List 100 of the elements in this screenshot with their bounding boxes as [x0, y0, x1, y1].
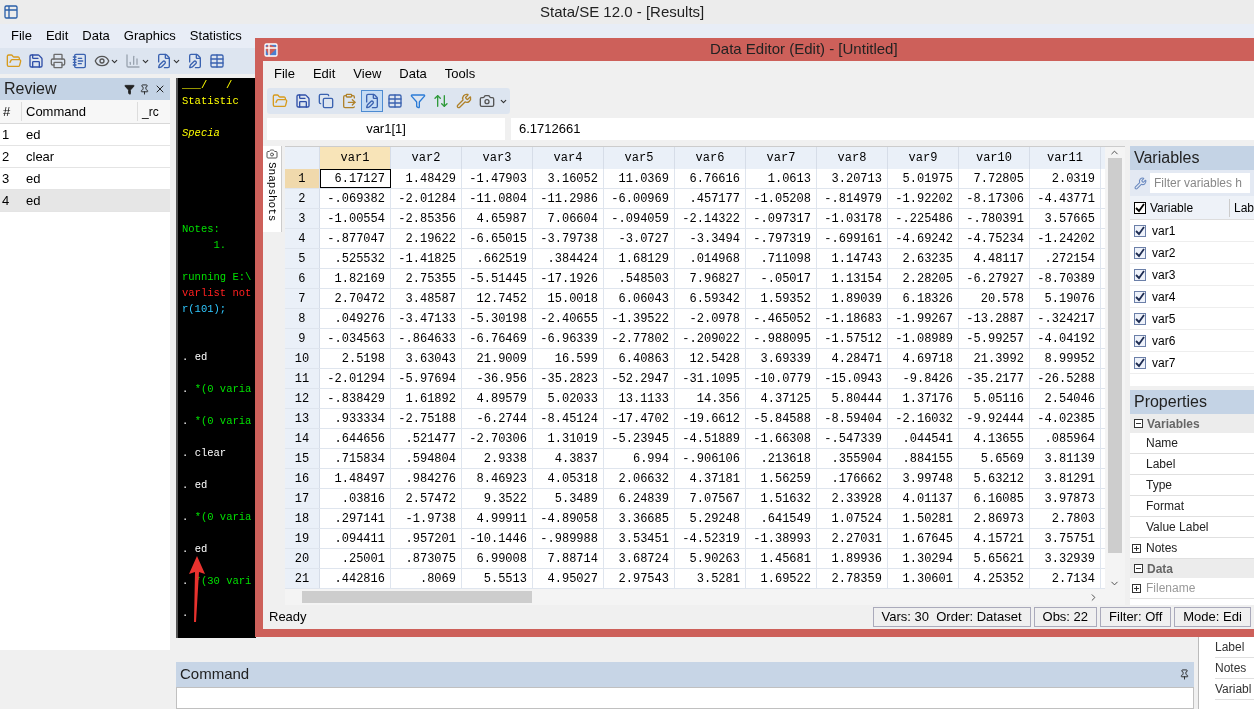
data-cell[interactable]: -2.01284: [390, 189, 462, 208]
row-header[interactable]: 19: [284, 529, 320, 548]
data-cell[interactable]: -8.17306: [958, 189, 1030, 208]
data-cell[interactable]: 4.05318: [532, 469, 604, 488]
data-cell[interactable]: 3.53451: [603, 529, 675, 548]
data-cell[interactable]: 4.69718: [887, 349, 959, 368]
data-cell[interactable]: 4.95027: [532, 569, 604, 588]
data-cell[interactable]: -6.27927: [958, 269, 1030, 288]
data-cell[interactable]: -11.0804: [461, 189, 533, 208]
data-cell[interactable]: .873075: [390, 549, 462, 568]
menu-item[interactable]: Data: [79, 26, 113, 46]
data-cell[interactable]: 4.65987: [461, 209, 533, 228]
data-cell[interactable]: -3.0727: [603, 229, 675, 248]
data-cell[interactable]: 6.994: [603, 449, 675, 468]
data-cell[interactable]: 2.70472: [319, 289, 391, 308]
row-header[interactable]: 9: [284, 329, 320, 348]
collapse-icon[interactable]: [1133, 564, 1143, 573]
data-cell[interactable]: -2.70306: [461, 429, 533, 448]
data-cell[interactable]: 3.69339: [745, 349, 817, 368]
data-cell[interactable]: -1.18683: [816, 309, 888, 328]
data-cell[interactable]: 16.599: [532, 349, 604, 368]
data-cell[interactable]: 7.96827: [674, 269, 746, 288]
data-cell[interactable]: -52.2947: [603, 369, 675, 388]
data-cell[interactable]: 6.24839: [603, 489, 675, 508]
data-cell[interactable]: .272154: [1029, 249, 1101, 268]
data-cell[interactable]: -1.41825: [390, 249, 462, 268]
data-cell[interactable]: 15.0018: [532, 289, 604, 308]
data-cell[interactable]: .384424: [532, 249, 604, 268]
data-cell[interactable]: -1.03178: [816, 209, 888, 228]
data-cell[interactable]: .457177: [674, 189, 746, 208]
column-header[interactable]: var9: [887, 147, 959, 169]
filter-icon[interactable]: [124, 83, 135, 95]
pin-icon[interactable]: [139, 83, 150, 95]
data-cell[interactable]: .176662: [816, 469, 888, 488]
data-cell[interactable]: 1.51632: [745, 489, 817, 508]
data-cell[interactable]: -3.79738: [532, 229, 604, 248]
variable-name[interactable]: var3: [1151, 265, 1176, 284]
data-cell[interactable]: -4.04192: [1029, 329, 1101, 348]
row-header[interactable]: 13: [284, 409, 320, 428]
data-cell[interactable]: 3.99748: [887, 469, 959, 488]
data-cell[interactable]: 1.13154: [816, 269, 888, 288]
data-cell[interactable]: 4.01137: [887, 489, 959, 508]
menu-item[interactable]: Statistics: [186, 26, 245, 46]
data-cell[interactable]: -.989988: [532, 529, 604, 548]
data-cell[interactable]: -2.40655: [532, 309, 604, 328]
data-cell[interactable]: -13.2887: [958, 309, 1030, 328]
data-cell[interactable]: .442816: [319, 569, 391, 588]
data-cell[interactable]: 1.48429: [390, 169, 462, 188]
data-cell[interactable]: 3.81291: [1029, 469, 1101, 488]
data-cell[interactable]: 1.48497: [319, 469, 391, 488]
data-cell[interactable]: 21.9009: [461, 349, 533, 368]
data-cell[interactable]: 4.37125: [745, 389, 817, 408]
data-cell[interactable]: 5.05116: [958, 389, 1030, 408]
data-cell[interactable]: -2.85356: [390, 209, 462, 228]
row-header[interactable]: 16: [284, 469, 320, 488]
data-cell[interactable]: 2.0319: [1029, 169, 1101, 188]
data-cell[interactable]: -.097317: [745, 209, 817, 228]
data-cell[interactable]: -.864633: [390, 329, 462, 348]
data-cell[interactable]: -.797319: [745, 229, 817, 248]
row-header[interactable]: 18: [284, 509, 320, 528]
horizontal-scrollbar[interactable]: [284, 589, 1125, 605]
command-input[interactable]: [176, 687, 1194, 709]
data-cell[interactable]: 8.99952: [1029, 349, 1101, 368]
data-cell[interactable]: .644656: [319, 429, 391, 448]
data-cell[interactable]: .213618: [745, 449, 817, 468]
data-cell[interactable]: 1.82169: [319, 269, 391, 288]
data-cell[interactable]: -1.57512: [816, 329, 888, 348]
data-cell[interactable]: 2.63235: [887, 249, 959, 268]
data-cell[interactable]: -5.30198: [461, 309, 533, 328]
data-cell[interactable]: .8069: [390, 569, 462, 588]
data-cell[interactable]: 2.33928: [816, 489, 888, 508]
data-cell[interactable]: 9.3522: [461, 489, 533, 508]
data-cell[interactable]: -19.6612: [674, 409, 746, 428]
data-cell[interactable]: 3.81139: [1029, 449, 1101, 468]
data-cell[interactable]: 1.61892: [390, 389, 462, 408]
select-all-checkbox[interactable]: [1133, 201, 1146, 214]
data-cell[interactable]: 3.68724: [603, 549, 675, 568]
data-cell[interactable]: 3.63043: [390, 349, 462, 368]
data-cell[interactable]: 1.31019: [532, 429, 604, 448]
data-cell[interactable]: -5.51445: [461, 269, 533, 288]
menu-item[interactable]: File: [8, 26, 35, 46]
data-cell[interactable]: .525532: [319, 249, 391, 268]
menu-item[interactable]: View: [350, 64, 385, 84]
variable-name[interactable]: var7: [1151, 353, 1176, 372]
data-cell[interactable]: 12.7452: [461, 289, 533, 308]
data-cell[interactable]: .715834: [319, 449, 391, 468]
data-cell[interactable]: -2.14322: [674, 209, 746, 228]
data-cell[interactable]: 21.3992: [958, 349, 1030, 368]
data-cell[interactable]: -.05017: [745, 269, 817, 288]
data-cell[interactable]: 2.86973: [958, 509, 1030, 528]
variable-checkbox[interactable]: [1133, 246, 1146, 259]
data-cell[interactable]: -.465052: [745, 309, 817, 328]
data-cell[interactable]: 1.07524: [816, 509, 888, 528]
data-cell[interactable]: -4.02385: [1029, 409, 1101, 428]
data-cell[interactable]: 2.7803: [1029, 509, 1101, 528]
data-cell[interactable]: 6.40863: [603, 349, 675, 368]
data-cell[interactable]: .044541: [887, 429, 959, 448]
data-cell[interactable]: .085964: [1029, 429, 1101, 448]
data-cell[interactable]: .711098: [745, 249, 817, 268]
data-cell[interactable]: 7.88714: [532, 549, 604, 568]
